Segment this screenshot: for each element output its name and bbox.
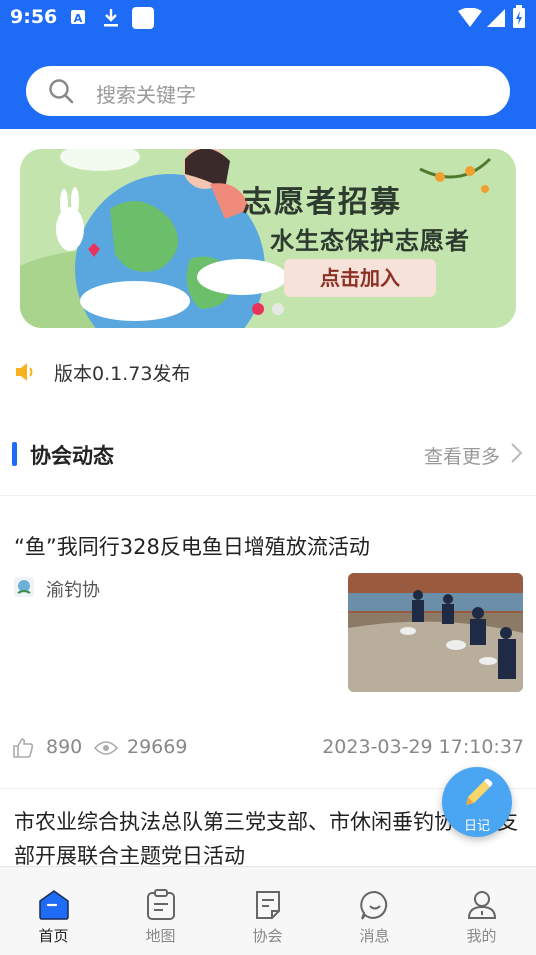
view-more-link[interactable]: 查看更多 (424, 442, 523, 469)
like-icon[interactable] (12, 737, 34, 759)
view-count: 29669 (127, 736, 188, 758)
message-icon (360, 890, 388, 920)
tab-profile[interactable]: 我的 (428, 867, 535, 955)
news-stats: 890 29669 2023-03-29 17:10:37 (12, 734, 524, 764)
tab-label: 首页 (38, 927, 69, 945)
like-count: 890 (46, 736, 83, 758)
banner-dot[interactable] (272, 303, 284, 315)
tab-label: 协会 (252, 927, 283, 945)
tab-label: 地图 (145, 927, 176, 945)
tab-label: 消息 (359, 927, 390, 945)
volunteer-banner[interactable]: 志愿者招募 水生态保护志愿者 点击加入 (20, 149, 516, 328)
battery-icon (513, 5, 525, 28)
news-title[interactable]: “鱼”我同行328反电鱼日增殖放流活动 (14, 531, 370, 561)
banner-title: 志愿者招募 (242, 185, 402, 220)
association-logo-icon (14, 577, 34, 597)
search-placeholder: 搜索关键字 (96, 83, 196, 107)
search-icon (49, 79, 74, 104)
download-icon (104, 9, 118, 27)
profile-icon (467, 891, 497, 919)
search-input[interactable]: 搜索关键字 (26, 66, 510, 116)
tab-label: 我的 (466, 927, 497, 945)
diary-label: 日记 (463, 819, 490, 834)
signal-icon (487, 9, 505, 27)
speaker-icon (16, 363, 33, 381)
header: 搜索关键字 (0, 36, 536, 129)
tab-association[interactable]: 协会 (214, 867, 321, 955)
join-button[interactable]: 点击加入 (284, 259, 436, 297)
tab-map[interactable]: 地图 (107, 867, 214, 955)
diary-fab-button[interactable]: 日记 (442, 767, 512, 837)
news-datetime: 2023-03-29 17:10:37 (322, 736, 524, 758)
tab-messages[interactable]: 消息 (321, 867, 428, 955)
status-bar: 9:56 A (0, 0, 536, 36)
association-icon (256, 891, 280, 919)
bottom-tab-bar: 首页 地图 协会 消息 我的 (0, 866, 536, 955)
notice-text: 版本0.1.73发布 (54, 363, 191, 385)
app-a-icon: A (71, 10, 85, 25)
banner-dot-active[interactable] (252, 303, 264, 315)
notification-square-icon (132, 7, 154, 29)
news-source-name: 渝钓协 (46, 580, 100, 601)
tab-home[interactable]: 首页 (0, 867, 107, 955)
svg-text:A: A (74, 12, 83, 25)
news-thumbnail[interactable] (348, 573, 523, 692)
eye-icon (94, 741, 118, 755)
map-icon (147, 889, 175, 920)
pencil-icon (466, 778, 493, 805)
chevron-right-icon (511, 443, 523, 463)
section-header: 协会动态 查看更多 (0, 436, 536, 476)
wifi-icon (458, 8, 482, 27)
section-title: 协会动态 (30, 444, 114, 468)
home-icon (39, 890, 69, 920)
section-accent-bar (12, 442, 17, 466)
banner-subtitle: 水生态保护志愿者 (270, 227, 470, 255)
status-time: 9:56 (10, 6, 58, 28)
view-more-label: 查看更多 (424, 446, 501, 468)
